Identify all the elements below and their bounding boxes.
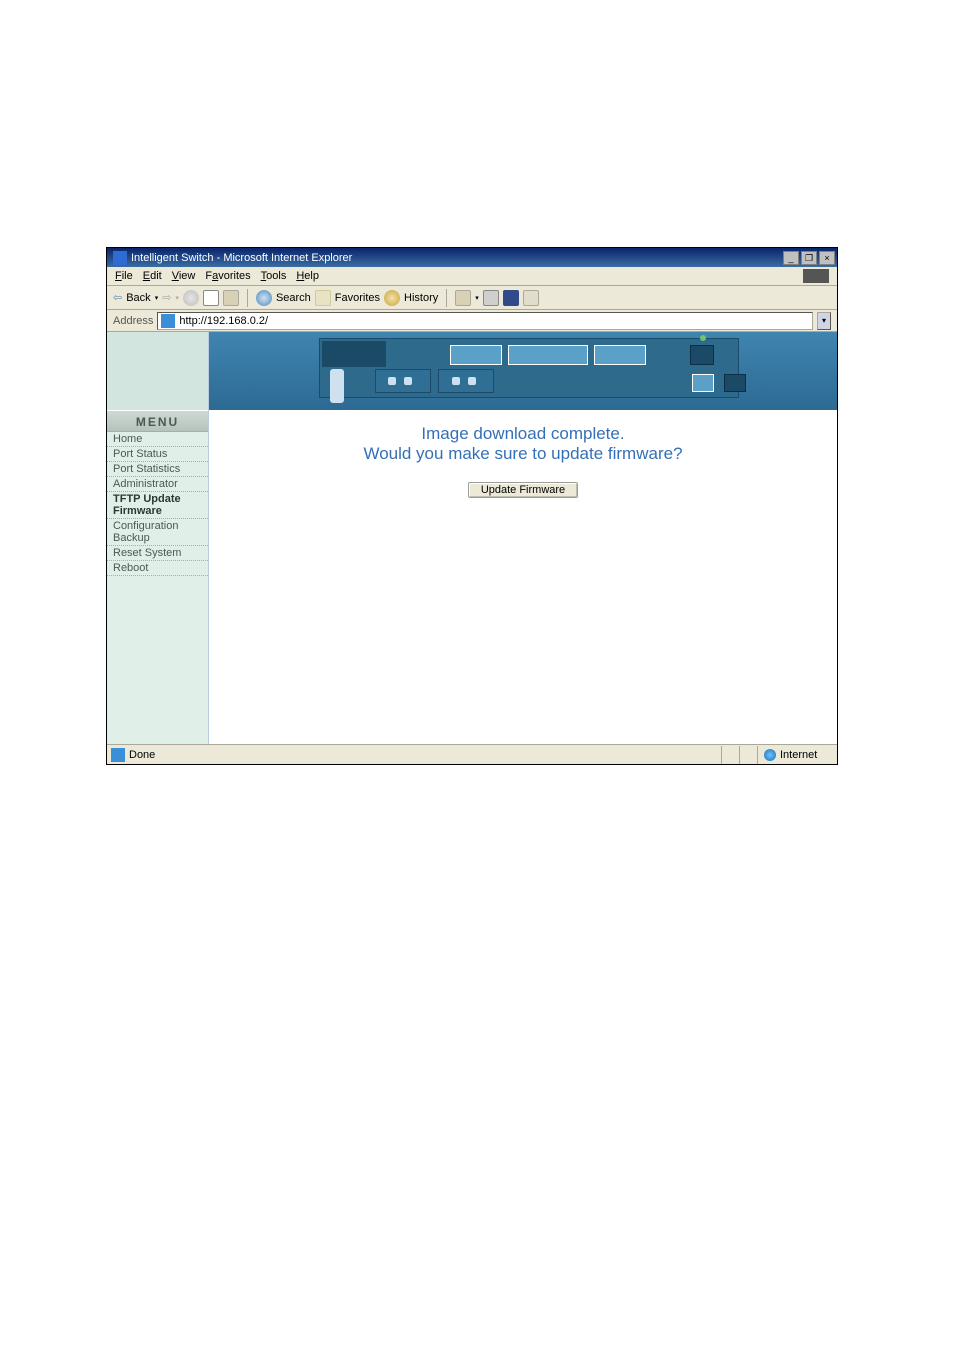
window-title: Intelligent Switch - Microsoft Internet … bbox=[131, 252, 783, 264]
menu-file[interactable]: File bbox=[115, 270, 133, 282]
status-panel-1 bbox=[721, 746, 739, 764]
status-panel-2 bbox=[739, 746, 757, 764]
sidebar-item-administrator[interactable]: Administrator bbox=[107, 477, 208, 492]
history-icon[interactable] bbox=[384, 290, 400, 306]
page-content: MENU Home Port Status Port Statistics Ad… bbox=[107, 332, 837, 744]
toolbar: ⇦ Back ▾ ⇨ ▾ Search Favorites History ▾ bbox=[107, 286, 837, 310]
favorites-icon[interactable] bbox=[315, 290, 331, 306]
page-icon bbox=[161, 314, 175, 328]
ie-icon bbox=[113, 251, 127, 265]
menu-tools[interactable]: Tools bbox=[261, 270, 287, 282]
status-text: Done bbox=[129, 749, 155, 761]
windows-logo-icon bbox=[803, 269, 829, 283]
switch-device-graphic bbox=[209, 332, 837, 410]
addressbar: Address http://192.168.0.2/ ▾ bbox=[107, 310, 837, 332]
sidebar-item-reset-system[interactable]: Reset System bbox=[107, 546, 208, 561]
sidebar-item-configuration-backup[interactable]: Configuration Backup bbox=[107, 519, 208, 546]
menu-view[interactable]: View bbox=[172, 270, 196, 282]
restore-button[interactable]: ❐ bbox=[801, 251, 817, 265]
address-dropdown-icon[interactable]: ▾ bbox=[817, 312, 831, 330]
back-dropdown-icon[interactable]: ▾ bbox=[155, 294, 159, 302]
update-firmware-button[interactable]: Update Firmware bbox=[468, 482, 578, 498]
firmware-update-panel: Image download complete. Would you make … bbox=[209, 410, 837, 744]
discuss-icon[interactable] bbox=[523, 290, 539, 306]
menubar: File Edit View Favorites Tools Help bbox=[107, 267, 837, 286]
sidebar-item-port-status[interactable]: Port Status bbox=[107, 447, 208, 462]
menu-favorites[interactable]: Favorites bbox=[205, 270, 250, 282]
minimize-button[interactable]: _ bbox=[783, 251, 799, 265]
firmware-message-line1: Image download complete. bbox=[239, 424, 807, 444]
search-button[interactable]: Search bbox=[276, 292, 311, 304]
sidebar-item-home[interactable]: Home bbox=[107, 432, 208, 447]
ie-page-icon bbox=[111, 748, 125, 762]
back-arrow-icon[interactable]: ⇦ bbox=[113, 291, 122, 304]
address-label: Address bbox=[113, 315, 153, 327]
forward-arrow-icon[interactable]: ⇨ bbox=[162, 291, 171, 304]
firmware-message-line2: Would you make sure to update firmware? bbox=[239, 444, 807, 464]
close-button[interactable]: × bbox=[819, 251, 835, 265]
menu-edit[interactable]: Edit bbox=[143, 270, 162, 282]
home-icon[interactable] bbox=[223, 290, 239, 306]
refresh-icon[interactable] bbox=[203, 290, 219, 306]
edit-icon[interactable] bbox=[503, 290, 519, 306]
statusbar: Done Internet bbox=[107, 744, 837, 764]
titlebar: Intelligent Switch - Microsoft Internet … bbox=[107, 248, 837, 267]
sidebar: MENU Home Port Status Port Statistics Ad… bbox=[107, 332, 209, 744]
sidebar-logo-area bbox=[107, 332, 208, 410]
stop-icon[interactable] bbox=[183, 290, 199, 306]
history-button[interactable]: History bbox=[404, 292, 438, 304]
address-url: http://192.168.0.2/ bbox=[179, 315, 268, 327]
sidebar-item-reboot[interactable]: Reboot bbox=[107, 561, 208, 576]
mail-dropdown-icon[interactable]: ▾ bbox=[475, 294, 479, 302]
security-zone[interactable]: Internet bbox=[757, 746, 837, 764]
internet-zone-icon bbox=[764, 749, 776, 761]
address-input[interactable]: http://192.168.0.2/ bbox=[157, 312, 813, 330]
sidebar-menu-header: MENU bbox=[107, 410, 208, 432]
favorites-button[interactable]: Favorites bbox=[335, 292, 380, 304]
mail-icon[interactable] bbox=[455, 290, 471, 306]
sidebar-item-port-statistics[interactable]: Port Statistics bbox=[107, 462, 208, 477]
menu-help[interactable]: Help bbox=[296, 270, 319, 282]
security-zone-label: Internet bbox=[780, 749, 817, 761]
print-icon[interactable] bbox=[483, 290, 499, 306]
main-panel: Image download complete. Would you make … bbox=[209, 332, 837, 744]
back-button[interactable]: Back bbox=[126, 292, 150, 304]
forward-dropdown-icon[interactable]: ▾ bbox=[175, 294, 179, 302]
search-icon[interactable] bbox=[256, 290, 272, 306]
sidebar-item-tftp-update-firmware[interactable]: TFTP Update Firmware bbox=[107, 492, 208, 519]
